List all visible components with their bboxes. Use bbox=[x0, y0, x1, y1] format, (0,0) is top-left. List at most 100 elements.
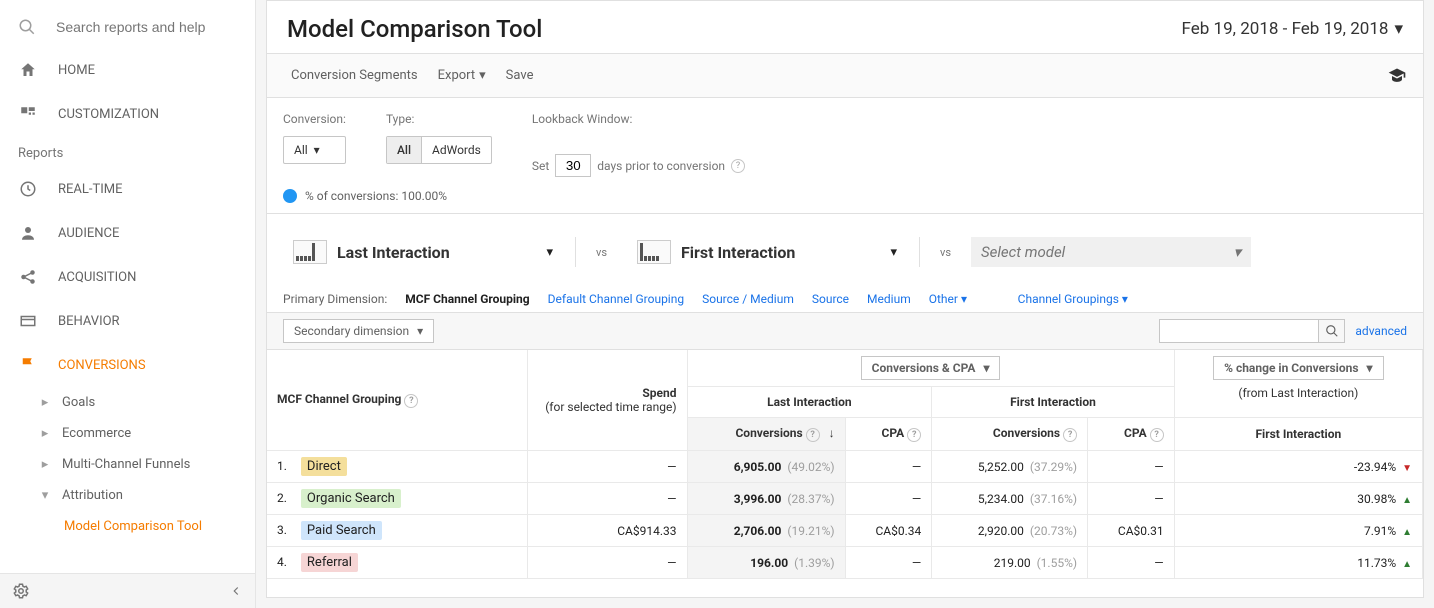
dim-other[interactable]: Other ▾ bbox=[929, 292, 967, 306]
search-input[interactable] bbox=[56, 19, 237, 35]
caret-down-icon: ▾ bbox=[546, 245, 553, 260]
sub-ecommerce[interactable]: ▸Ecommerce bbox=[32, 418, 255, 449]
conversion-selector[interactable]: All▾ bbox=[283, 136, 346, 164]
date-range-picker[interactable]: Feb 19, 2018 - Feb 19, 2018 ▾ bbox=[1182, 19, 1403, 39]
dim-source[interactable]: Source bbox=[812, 292, 849, 306]
col-conv-label: Conversions bbox=[735, 426, 802, 440]
caret-down-icon: ▾ bbox=[983, 361, 989, 375]
col-spend-sub: (for selected time range) bbox=[538, 400, 677, 414]
type-selector[interactable]: All AdWords bbox=[386, 136, 492, 164]
sub-multichannel[interactable]: ▸Multi-Channel Funnels bbox=[32, 449, 255, 480]
graduation-icon[interactable] bbox=[1387, 66, 1407, 86]
col-spend: Spend bbox=[538, 386, 677, 400]
save-button[interactable]: Save bbox=[498, 64, 542, 87]
lookback-prefix: Set bbox=[532, 159, 549, 173]
dim-mcf[interactable]: MCF Channel Grouping bbox=[405, 292, 529, 306]
nav-conversions[interactable]: CONVERSIONS bbox=[0, 343, 255, 387]
cell-change: 7.91% ▲ bbox=[1174, 515, 1422, 547]
cell-fi-conversions: 5,252.00 (37.29%) bbox=[932, 451, 1088, 483]
table-search-button[interactable] bbox=[1319, 319, 1345, 343]
cell-spend: — bbox=[527, 451, 687, 483]
secondary-dimension-selector[interactable]: Secondary dimension ▾ bbox=[283, 319, 434, 343]
cell-li-conversions: 196.00 (1.39%) bbox=[687, 547, 845, 579]
col-fi-conversions[interactable]: Conversions ? bbox=[932, 418, 1088, 451]
sub-goals[interactable]: ▸Goals bbox=[32, 387, 255, 418]
behavior-icon bbox=[18, 311, 38, 331]
nav-label: CONVERSIONS bbox=[58, 358, 146, 373]
title-row: Model Comparison Tool Feb 19, 2018 - Feb… bbox=[267, 1, 1423, 53]
clock-icon bbox=[18, 179, 38, 199]
table-search-input[interactable] bbox=[1159, 319, 1319, 343]
hdr-last-interaction: Last Interaction bbox=[687, 387, 932, 418]
cell-li-cpa: — bbox=[845, 451, 932, 483]
caret-down-icon: ▾ bbox=[1367, 361, 1373, 375]
sub-model-comparison-tool[interactable]: Model Comparison Tool bbox=[58, 511, 255, 542]
hdr-first-interaction: First Interaction bbox=[932, 387, 1174, 418]
sub-attribution[interactable]: ▾Attribution bbox=[32, 480, 255, 511]
change-sub: (from Last Interaction) bbox=[1185, 386, 1412, 400]
type-adwords[interactable]: AdWords bbox=[422, 137, 491, 163]
table-row[interactable]: 1.Direct—6,905.00 (49.02%)—5,252.00 (37.… bbox=[267, 451, 1423, 483]
nav-label: ACQUISITION bbox=[58, 270, 136, 285]
dim-medium[interactable]: Medium bbox=[867, 292, 911, 306]
table-search: advanced bbox=[1159, 319, 1407, 343]
cell-li-cpa: — bbox=[845, 547, 932, 579]
arrow-up-icon: ▲ bbox=[1402, 495, 1412, 506]
conversion-segments-button[interactable]: Conversion Segments bbox=[283, 64, 426, 87]
separator bbox=[575, 237, 576, 267]
nav-acquisition[interactable]: ACQUISITION bbox=[0, 255, 255, 299]
nav-realtime[interactable]: REAL-TIME bbox=[0, 167, 255, 211]
row-index: 1. bbox=[277, 459, 287, 473]
caret-right-icon: ▸ bbox=[38, 426, 52, 441]
dim-source-medium[interactable]: Source / Medium bbox=[702, 292, 794, 306]
config-row: Conversion: All▾ Type: All AdWords Lookb… bbox=[267, 98, 1423, 183]
change-selector[interactable]: % change in Conversions ▾ bbox=[1213, 356, 1383, 380]
col-li-cpa[interactable]: CPA ? bbox=[845, 418, 932, 451]
sidebar-search[interactable] bbox=[0, 10, 255, 48]
lookback-config: Lookback Window: Set days prior to conve… bbox=[532, 112, 745, 177]
sidebar: HOME CUSTOMIZATION Reports REAL-TIME AUD… bbox=[0, 0, 256, 608]
cell-li-conversions: 2,706.00 (19.21%) bbox=[687, 515, 845, 547]
gear-icon[interactable] bbox=[12, 582, 30, 600]
help-icon[interactable]: ? bbox=[404, 394, 418, 408]
channel-chip: Paid Search bbox=[301, 521, 382, 540]
table-row[interactable]: 2.Organic Search—3,996.00 (28.37%)—5,234… bbox=[267, 483, 1423, 515]
cell-li-cpa: — bbox=[845, 483, 932, 515]
nav-label: HOME bbox=[58, 63, 95, 78]
lookback-input[interactable] bbox=[555, 154, 591, 177]
nav-customization[interactable]: CUSTOMIZATION bbox=[0, 92, 255, 136]
help-icon[interactable]: ? bbox=[731, 159, 745, 173]
cell-li-conversions: 3,996.00 (28.37%) bbox=[687, 483, 845, 515]
change-label: % change in Conversions bbox=[1224, 361, 1358, 375]
nav-label: CUSTOMIZATION bbox=[58, 107, 159, 122]
nav-label: AUDIENCE bbox=[58, 226, 119, 241]
date-range-text: Feb 19, 2018 - Feb 19, 2018 bbox=[1182, 19, 1389, 39]
export-button[interactable]: Export▾ bbox=[430, 64, 494, 87]
person-icon bbox=[18, 223, 38, 243]
advanced-link[interactable]: advanced bbox=[1355, 324, 1407, 338]
model-3-selector[interactable]: Select model ▾ bbox=[971, 237, 1251, 267]
arrow-up-icon: ▲ bbox=[1402, 559, 1412, 570]
conversions-cpa-selector[interactable]: Conversions & CPA▾ bbox=[861, 356, 1001, 380]
collapse-icon[interactable] bbox=[229, 584, 243, 598]
col-fi-cpa[interactable]: CPA ? bbox=[1088, 418, 1175, 451]
model-1-selector[interactable]: Last Interaction ▾ bbox=[283, 234, 563, 270]
table-row[interactable]: 4.Referral—196.00 (1.39%)—219.00 (1.55%)… bbox=[267, 547, 1423, 579]
conversions-submenu: ▸Goals ▸Ecommerce ▸Multi-Channel Funnels… bbox=[0, 387, 255, 542]
cell-li-conversions: 6,905.00 (49.02%) bbox=[687, 451, 845, 483]
table-row[interactable]: 3.Paid SearchCA$914.332,706.00 (19.21%)C… bbox=[267, 515, 1423, 547]
channel-groupings[interactable]: Channel Groupings ▾ bbox=[1018, 292, 1128, 306]
help-icon: ? bbox=[1150, 428, 1164, 442]
model-2-selector[interactable]: First Interaction ▾ bbox=[627, 234, 907, 270]
dim-default[interactable]: Default Channel Grouping bbox=[548, 292, 684, 306]
dashboard-icon bbox=[18, 104, 38, 124]
nav-home[interactable]: HOME bbox=[0, 48, 255, 92]
col-li-conversions[interactable]: Conversions ? ↓ bbox=[687, 418, 845, 451]
nav-behavior[interactable]: BEHAVIOR bbox=[0, 299, 255, 343]
first-interaction-icon bbox=[637, 240, 671, 264]
type-all[interactable]: All bbox=[387, 137, 422, 163]
vs-label: vs bbox=[588, 246, 615, 259]
share-icon bbox=[18, 267, 38, 287]
cell-change: 11.73% ▲ bbox=[1174, 547, 1422, 579]
nav-audience[interactable]: AUDIENCE bbox=[0, 211, 255, 255]
